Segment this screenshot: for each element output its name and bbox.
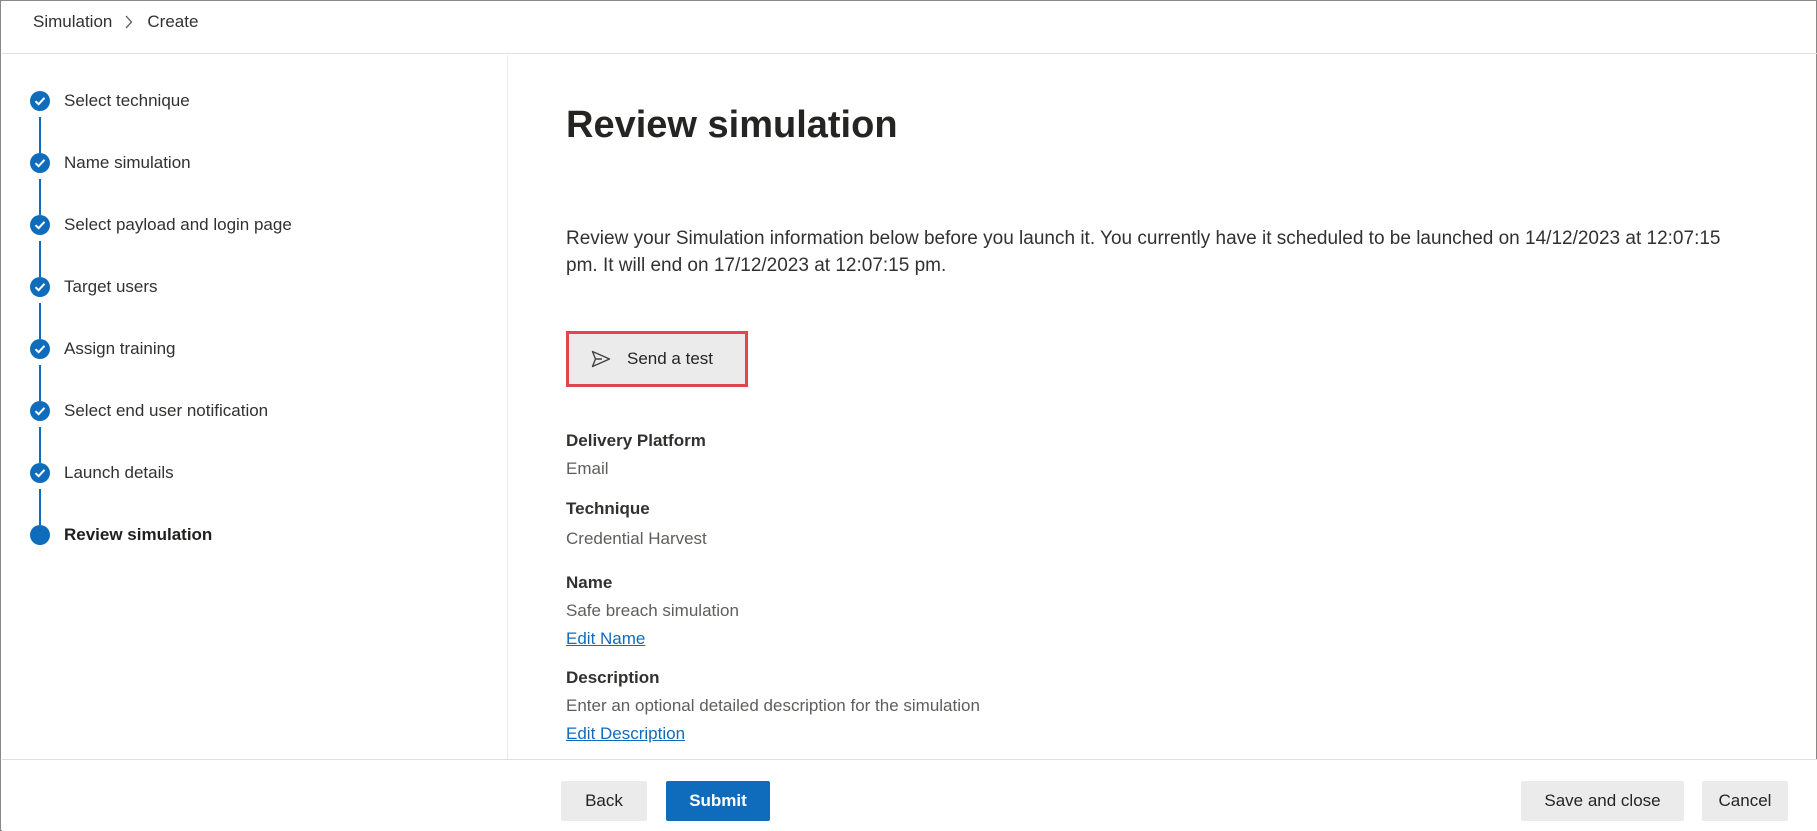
step-label: Name simulation bbox=[64, 153, 191, 172]
header-bar: Simulation Create bbox=[2, 2, 1817, 54]
send-test-button[interactable]: Send a test bbox=[566, 331, 748, 387]
step-label: Select technique bbox=[64, 91, 190, 110]
submit-button[interactable]: Submit bbox=[666, 781, 770, 821]
save-and-close-button[interactable]: Save and close bbox=[1521, 781, 1684, 821]
review-intro-text: Review your Simulation information below… bbox=[566, 228, 1721, 276]
checkmark-icon bbox=[30, 277, 50, 297]
page-title: Review simulation bbox=[566, 104, 898, 146]
step-connector bbox=[39, 303, 41, 339]
step-label: Launch details bbox=[64, 463, 174, 482]
technique-label: Technique bbox=[566, 499, 650, 518]
step-connector bbox=[39, 179, 41, 215]
step-connector bbox=[39, 365, 41, 401]
checkmark-icon bbox=[30, 401, 50, 421]
wizard-stepper: Select technique Name simulation Select … bbox=[2, 55, 508, 759]
step-connector bbox=[39, 117, 41, 153]
edit-name-link[interactable]: Edit Name bbox=[566, 629, 645, 649]
back-button[interactable]: Back bbox=[561, 781, 647, 821]
send-icon bbox=[591, 350, 611, 368]
footer-actions: Back Submit Save and close Cancel bbox=[2, 759, 1817, 831]
step-label: Target users bbox=[64, 277, 158, 296]
step-label: Select payload and login page bbox=[64, 215, 292, 234]
technique-value: Credential Harvest bbox=[566, 529, 707, 548]
step-connector bbox=[39, 489, 41, 525]
checkmark-icon bbox=[30, 215, 50, 235]
name-value: Safe breach simulation bbox=[566, 601, 739, 620]
description-label: Description bbox=[566, 668, 660, 687]
chevron-right-icon bbox=[124, 15, 133, 29]
send-test-label: Send a test bbox=[627, 349, 714, 368]
checkmark-icon bbox=[30, 91, 50, 111]
checkmark-icon bbox=[30, 463, 50, 483]
step-label: Review simulation bbox=[64, 525, 213, 544]
checkmark-icon bbox=[30, 339, 50, 359]
filled-circle-icon bbox=[30, 525, 50, 545]
delivery-platform-label: Delivery Platform bbox=[566, 431, 706, 450]
step-connector bbox=[39, 241, 41, 277]
step-label: Assign training bbox=[64, 339, 176, 358]
breadcrumb-item-create: Create bbox=[147, 12, 199, 31]
breadcrumb: Simulation Create bbox=[33, 12, 198, 32]
delivery-platform-value: Email bbox=[566, 459, 609, 478]
step-connector bbox=[39, 427, 41, 463]
edit-description-link[interactable]: Edit Description bbox=[566, 724, 685, 744]
step-label: Select end user notification bbox=[64, 401, 269, 420]
breadcrumb-item-simulation[interactable]: Simulation bbox=[33, 12, 112, 32]
checkmark-icon bbox=[30, 153, 50, 173]
description-value: Enter an optional detailed description f… bbox=[566, 696, 980, 715]
app-window: Simulation Create Select technique Name … bbox=[0, 0, 1817, 831]
name-label: Name bbox=[566, 573, 613, 592]
cancel-button[interactable]: Cancel bbox=[1702, 781, 1788, 821]
